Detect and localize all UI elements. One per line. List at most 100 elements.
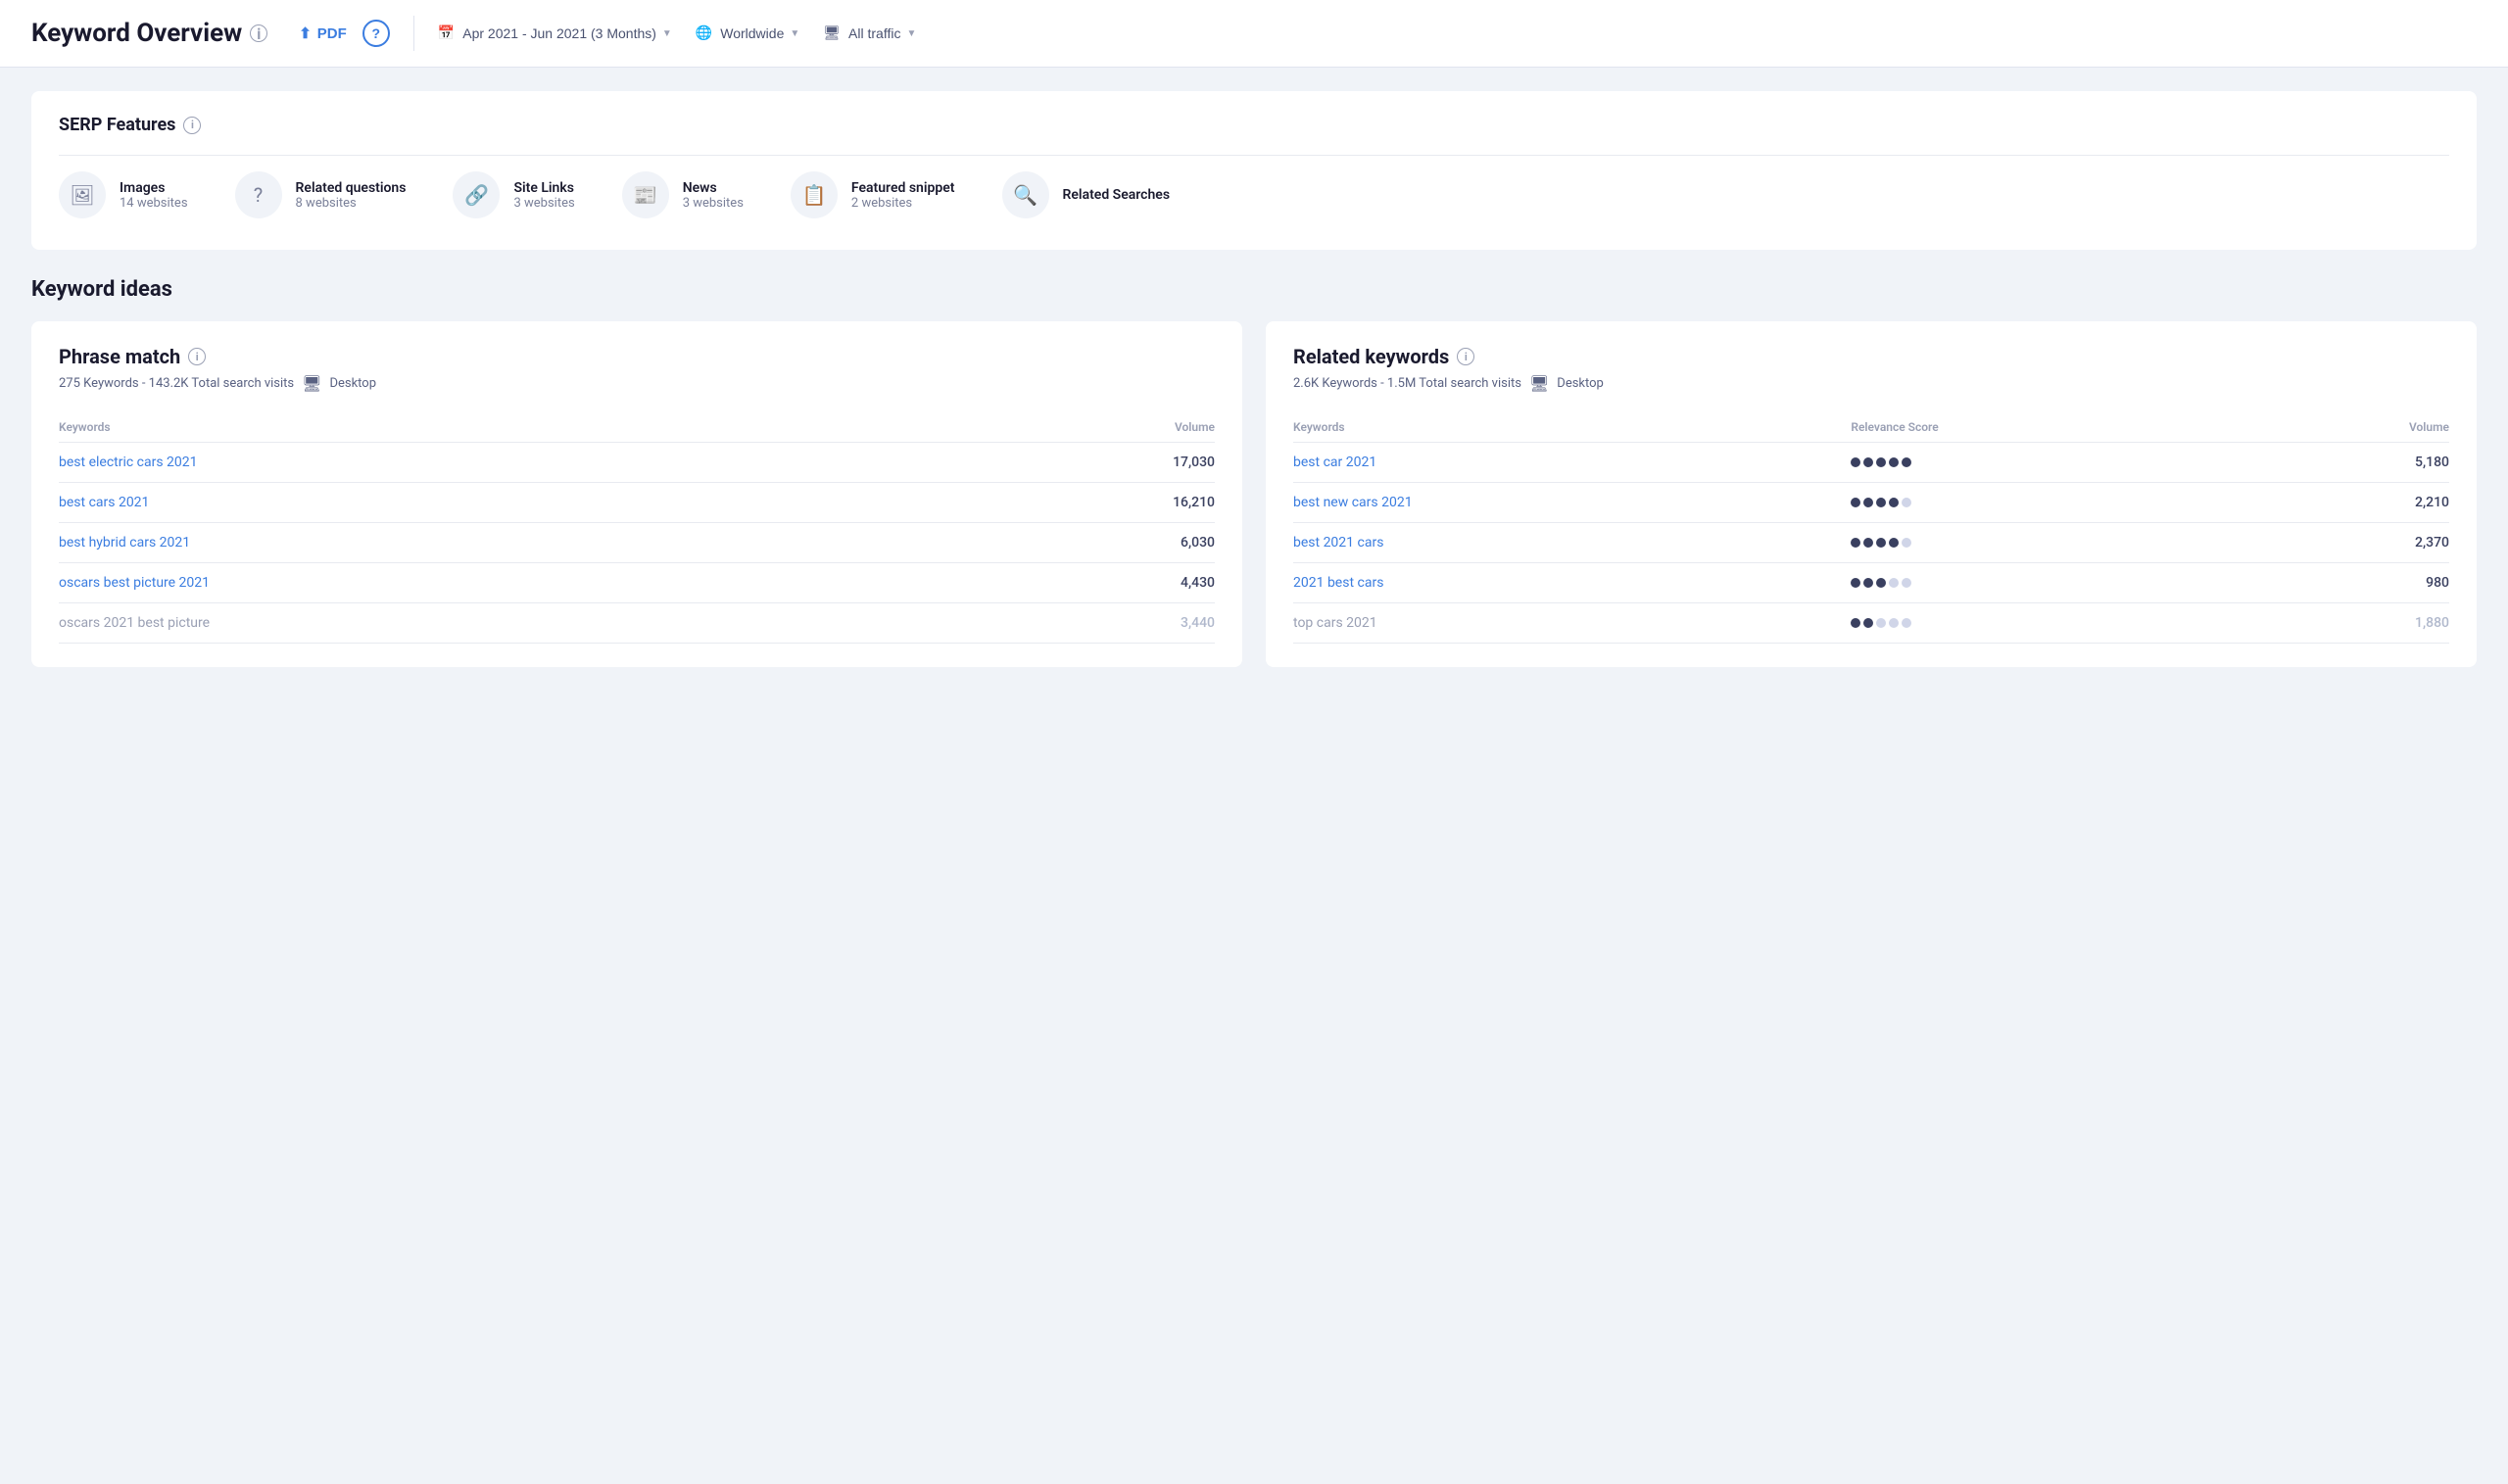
table-row: best cars 2021 16,210 bbox=[59, 483, 1215, 523]
globe-icon: 🌐 bbox=[696, 25, 712, 41]
related-keyword-cell[interactable]: best car 2021 bbox=[1293, 443, 1851, 483]
related-title-text: Related keywords bbox=[1293, 345, 1449, 368]
date-range-button[interactable]: Apr 2021 - Jun 2021 (3 Months) ▼ bbox=[462, 25, 672, 41]
title-text: Keyword Overview bbox=[31, 19, 242, 48]
header-actions: ⬆ PDF ? bbox=[299, 20, 390, 47]
serp-feature-count: 3 websites bbox=[513, 196, 574, 211]
serp-feature-name: Site Links bbox=[513, 180, 574, 196]
related-info-icon[interactable]: i bbox=[1457, 348, 1474, 365]
phrase-match-title: Phrase match i bbox=[59, 345, 1215, 368]
traffic-chevron-icon: ▼ bbox=[906, 28, 916, 39]
filled-dot bbox=[1863, 618, 1873, 628]
related-meta-text: 2.6K Keywords - 1.5M Total search visits bbox=[1293, 376, 1521, 391]
empty-dot bbox=[1889, 578, 1899, 588]
related-keyword-cell[interactable]: best new cars 2021 bbox=[1293, 483, 1851, 523]
serp-title-text: SERP Features bbox=[59, 115, 175, 135]
traffic-label: All traffic bbox=[848, 25, 900, 41]
table-row: best new cars 2021 2,210 bbox=[1293, 483, 2449, 523]
phrase-keyword-cell[interactable]: oscars best picture 2021 bbox=[59, 563, 963, 603]
related-col-relevance: Relevance Score bbox=[1851, 412, 2261, 443]
filled-dot bbox=[1876, 578, 1886, 588]
filled-dot bbox=[1876, 498, 1886, 507]
table-row: best 2021 cars 2,370 bbox=[1293, 523, 2449, 563]
location-button[interactable]: Worldwide ▼ bbox=[720, 25, 799, 41]
serp-feature-count: 14 websites bbox=[120, 196, 188, 211]
phrase-match-meta-text: 275 Keywords - 143.2K Total search visit… bbox=[59, 376, 294, 391]
serp-info-icon[interactable]: i bbox=[183, 117, 201, 134]
phrase-keyword-cell[interactable]: best hybrid cars 2021 bbox=[59, 523, 963, 563]
filled-dot bbox=[1889, 538, 1899, 548]
relevance-cell bbox=[1851, 523, 2261, 563]
related-volume-cell: 980 bbox=[2261, 563, 2449, 603]
keyword-ideas-section: Keyword ideas Phrase match i 275 Keyword… bbox=[31, 277, 2477, 667]
phrase-match-info-icon[interactable]: i bbox=[188, 348, 206, 365]
phrase-match-card: Phrase match i 275 Keywords - 143.2K Tot… bbox=[31, 321, 1242, 667]
serp-feature-count: 2 websites bbox=[851, 196, 955, 211]
serp-feature-item: 🔗 Site Links 3 websites bbox=[453, 171, 574, 218]
serp-feature-icon: 🔗 bbox=[453, 171, 500, 218]
date-filter: 📅 Apr 2021 - Jun 2021 (3 Months) ▼ bbox=[438, 25, 672, 41]
phrase-col-volume: Volume bbox=[963, 412, 1215, 443]
serp-feature-item: 📋 Featured snippet 2 websites bbox=[791, 171, 955, 218]
phrase-match-table: Keywords Volume best electric cars 2021 … bbox=[59, 412, 1215, 644]
location-chevron-icon: ▼ bbox=[790, 28, 799, 39]
phrase-match-meta: 275 Keywords - 143.2K Total search visit… bbox=[59, 374, 1215, 393]
traffic-button[interactable]: All traffic ▼ bbox=[848, 25, 916, 41]
filled-dot bbox=[1889, 457, 1899, 467]
keyword-ideas-title: Keyword ideas bbox=[31, 277, 2477, 302]
serp-feature-name: News bbox=[683, 180, 744, 196]
phrase-keyword-cell[interactable]: oscars 2021 best picture bbox=[59, 603, 963, 644]
pdf-label: PDF bbox=[317, 25, 347, 42]
serp-features-card: SERP Features i 🖼 Images 14 websites ? R… bbox=[31, 91, 2477, 250]
filled-dot bbox=[1851, 578, 1860, 588]
date-range-label: Apr 2021 - Jun 2021 (3 Months) bbox=[462, 25, 656, 41]
related-keyword-cell[interactable]: 2021 best cars bbox=[1293, 563, 1851, 603]
help-label: ? bbox=[372, 25, 381, 41]
empty-dot bbox=[1902, 618, 1911, 628]
filled-dot bbox=[1902, 457, 1911, 467]
location-label: Worldwide bbox=[720, 25, 784, 41]
related-keywords-title: Related keywords i bbox=[1293, 345, 2449, 368]
phrase-keyword-cell[interactable]: best cars 2021 bbox=[59, 483, 963, 523]
related-volume-cell: 2,370 bbox=[2261, 523, 2449, 563]
traffic-icon: 🖥 bbox=[823, 25, 841, 41]
table-row: oscars 2021 best picture 3,440 bbox=[59, 603, 1215, 644]
help-button[interactable]: ? bbox=[362, 20, 390, 47]
phrase-keyword-cell[interactable]: best electric cars 2021 bbox=[59, 443, 963, 483]
table-row: best hybrid cars 2021 6,030 bbox=[59, 523, 1215, 563]
related-volume-cell: 2,210 bbox=[2261, 483, 2449, 523]
empty-dot bbox=[1902, 538, 1911, 548]
related-volume-cell: 5,180 bbox=[2261, 443, 2449, 483]
pdf-button[interactable]: ⬆ PDF bbox=[299, 24, 347, 42]
filled-dot bbox=[1889, 498, 1899, 507]
filled-dot bbox=[1863, 498, 1873, 507]
serp-feature-name: Images bbox=[120, 180, 188, 196]
filled-dot bbox=[1851, 538, 1860, 548]
calendar-icon: 📅 bbox=[438, 25, 455, 41]
empty-dot bbox=[1889, 618, 1899, 628]
related-device-label: Desktop bbox=[1557, 376, 1604, 391]
filled-dot bbox=[1863, 457, 1873, 467]
serp-feature-item: 🖼 Images 14 websites bbox=[59, 171, 188, 218]
title-info-icon[interactable]: i bbox=[250, 24, 267, 42]
phrase-device-label: Desktop bbox=[329, 376, 376, 391]
related-keyword-cell[interactable]: top cars 2021 bbox=[1293, 603, 1851, 644]
serp-feature-count: 3 websites bbox=[683, 196, 744, 211]
related-keyword-cell[interactable]: best 2021 cars bbox=[1293, 523, 1851, 563]
table-row: 2021 best cars 980 bbox=[1293, 563, 2449, 603]
table-row: oscars best picture 2021 4,430 bbox=[59, 563, 1215, 603]
phrase-volume-cell: 16,210 bbox=[963, 483, 1215, 523]
date-chevron-icon: ▼ bbox=[662, 28, 672, 39]
empty-dot bbox=[1902, 578, 1911, 588]
phrase-col-keywords: Keywords bbox=[59, 412, 963, 443]
header-divider bbox=[413, 16, 414, 51]
filled-dot bbox=[1851, 457, 1860, 467]
serp-features-title: SERP Features i bbox=[59, 115, 2449, 135]
serp-feature-count: 8 websites bbox=[296, 196, 407, 211]
traffic-filter: 🖥 All traffic ▼ bbox=[823, 25, 916, 41]
table-row: best car 2021 5,180 bbox=[1293, 443, 2449, 483]
serp-feature-name: Featured snippet bbox=[851, 180, 955, 196]
related-col-volume: Volume bbox=[2261, 412, 2449, 443]
page-title: Keyword Overview i bbox=[31, 19, 267, 48]
phrase-volume-cell: 4,430 bbox=[963, 563, 1215, 603]
